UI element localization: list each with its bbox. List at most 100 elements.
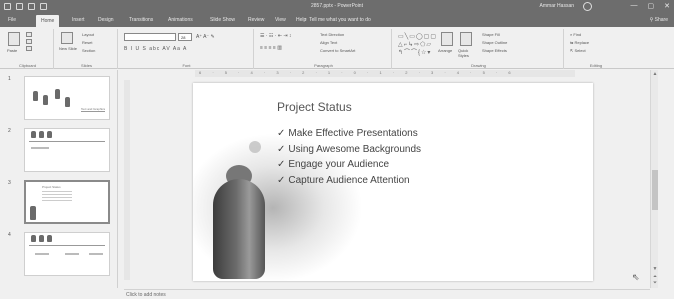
mini-text-line [31,147,49,149]
tab-insert[interactable]: Insert [72,17,85,23]
maximize-icon[interactable]: ▢ [648,2,655,10]
slide-thumbnail[interactable] [24,232,110,276]
new-slide-icon[interactable] [61,32,73,44]
bullet-item: ✓ Make Effective Presentations [277,128,418,139]
slide-thumbnail[interactable] [24,128,110,172]
drawing-group: ▭╲▭◯▢▢ △⌐↳⇨⬠▱ ↰⌒⌒{☆▾ Arrange Quick Styles … [394,29,564,69]
reset-button[interactable]: Reset [82,40,92,45]
notes-pane[interactable]: Click to add notes [124,289,650,299]
mini-pawn [47,131,52,138]
mini-pawn [43,95,48,105]
arrange-button[interactable]: Arrange [438,48,452,53]
close-icon[interactable]: ✕ [664,2,670,10]
slides-group-label: Slides [81,63,92,68]
mini-pawn [31,131,36,138]
mini-pawn [65,97,70,107]
bullet-item: ✓ Capture Audience Attention [277,174,410,186]
share-button[interactable]: ⚲ Share [650,17,668,23]
paste-icon[interactable] [8,32,20,46]
vertical-ruler [124,80,130,280]
avatar[interactable] [583,2,592,11]
cut-icon[interactable] [26,32,32,37]
select-button[interactable]: ⇱ Select [570,48,586,53]
scrollbar-thumb[interactable] [652,170,658,210]
shape-outline-button[interactable]: Shape Outline [482,40,507,45]
font-name-select[interactable] [124,33,176,41]
arrange-icon[interactable] [441,32,453,46]
slide-canvas[interactable]: Project Status ✓ Make Effective Presentat… [193,83,593,281]
check-icon: ✓ [277,128,286,139]
bullet-item: ✓ Engage your Audience [277,159,390,170]
tab-review[interactable]: Review [248,17,264,23]
font-size-select[interactable]: 28 [178,33,192,41]
copy-icon[interactable] [26,39,32,44]
mini-pawn [33,91,38,101]
convert-smartart-button[interactable]: Convert to SmartArt [320,48,355,53]
slides-group: New Slide Layout Reset Section Slides [56,29,118,69]
list-buttons[interactable]: ☰ · ☷ · ⇤ ⇥ ↕ [260,33,292,39]
mini-title: Project Status [42,185,61,189]
mini-text-line [35,253,49,255]
mini-pawn [30,206,36,220]
quick-styles-icon[interactable] [460,32,472,46]
tab-file[interactable]: File [8,17,16,23]
align-buttons[interactable]: ≡ ≡ ≡ ≡ ▥ [260,45,282,51]
font-size-grow-icon[interactable]: A⁺ A⁻ ✎ [196,34,215,40]
mini-divider [29,141,105,142]
tab-view[interactable]: View [275,17,286,23]
lightbulb-icon: ♀ [304,17,308,23]
slide-thumbnail-selected[interactable]: Project Status [24,180,110,224]
thumbnail-number: 4 [8,232,11,238]
format-painter-icon[interactable] [26,46,32,51]
slide-title[interactable]: Project Status [277,100,352,114]
paste-label[interactable]: Paste [7,48,17,53]
tab-home[interactable]: Home [36,15,60,27]
mini-title: Text and Graphics [81,107,106,112]
mini-pawn [47,235,52,242]
tab-design[interactable]: Design [98,17,114,23]
editing-group-label: Editing [589,63,603,68]
font-format-row[interactable]: B I U S abc AV Aa A [124,46,187,52]
mini-pawn [39,131,44,138]
notes-placeholder[interactable]: Click to add notes [126,292,166,298]
tell-me-search[interactable]: ♀ Tell me what you want to do [304,17,371,23]
mini-pawn [55,89,60,99]
check-icon: ✓ [277,159,286,170]
slide-thumbnail[interactable]: Text and Graphics [24,76,110,120]
layout-button[interactable]: Layout [82,32,94,37]
editing-group: ⌕ Find ⇆ Replace ⇱ Select Editing [566,29,626,69]
tab-transitions[interactable]: Transitions [129,17,153,23]
thumbnail-number: 3 [8,180,11,186]
quick-styles-button[interactable]: Quick Styles [458,48,476,58]
replace-button[interactable]: ⇆ Replace [570,40,589,45]
user-name[interactable]: Ammar Hassan [540,3,574,9]
pawn-image [213,179,265,279]
new-slide-button[interactable]: New Slide [59,46,79,51]
scroll-down-icon[interactable]: ▼ [651,266,659,272]
mini-divider [29,245,105,246]
shapes-gallery[interactable]: ▭╲▭◯▢▢ △⌐↳⇨⬠▱ ↰⌒⌒{☆▾ [398,33,436,56]
slide-bullet-list[interactable]: ✓ Make Effective Presentations ✓ Using Awe… [277,126,421,188]
thumbnail-number: 1 [8,76,11,82]
minimize-icon[interactable]: — [631,2,638,10]
shape-effects-button[interactable]: Shape Effects [482,48,507,53]
title-bar: 2857.pptx - PowerPoint Ammar Hassan — ▢ … [0,0,674,14]
tab-animations[interactable]: Animations [168,17,193,23]
text-direction-button[interactable]: Text Direction [320,32,344,37]
font-group-label: Font [182,63,191,68]
paragraph-group-label: Paragraph [314,63,333,68]
section-button[interactable]: Section [82,48,95,53]
mini-text-line [65,253,79,255]
align-text-button[interactable]: Align Text [320,40,337,45]
find-button[interactable]: ⌕ Find [570,32,581,37]
vertical-scrollbar[interactable]: ▲ ▼ ⏶ ⏷ [650,70,658,288]
thumbnail-number: 2 [8,128,11,134]
ribbon-tabs: File Home Insert Design Transitions Anim… [0,14,674,27]
next-slide-icon[interactable]: ⏷ [651,280,659,286]
ribbon: Paste Clipboard New Slide Layout Reset S… [0,27,674,69]
shape-fill-button[interactable]: Shape Fill [482,32,500,37]
slide-thumbnail-pane: 1 Text and Graphics 2 3 Project Status 4 [0,70,118,288]
tab-slide-show[interactable]: Slide Show [210,17,235,23]
scroll-up-icon[interactable]: ▲ [651,71,659,77]
mini-text-line [89,253,103,255]
